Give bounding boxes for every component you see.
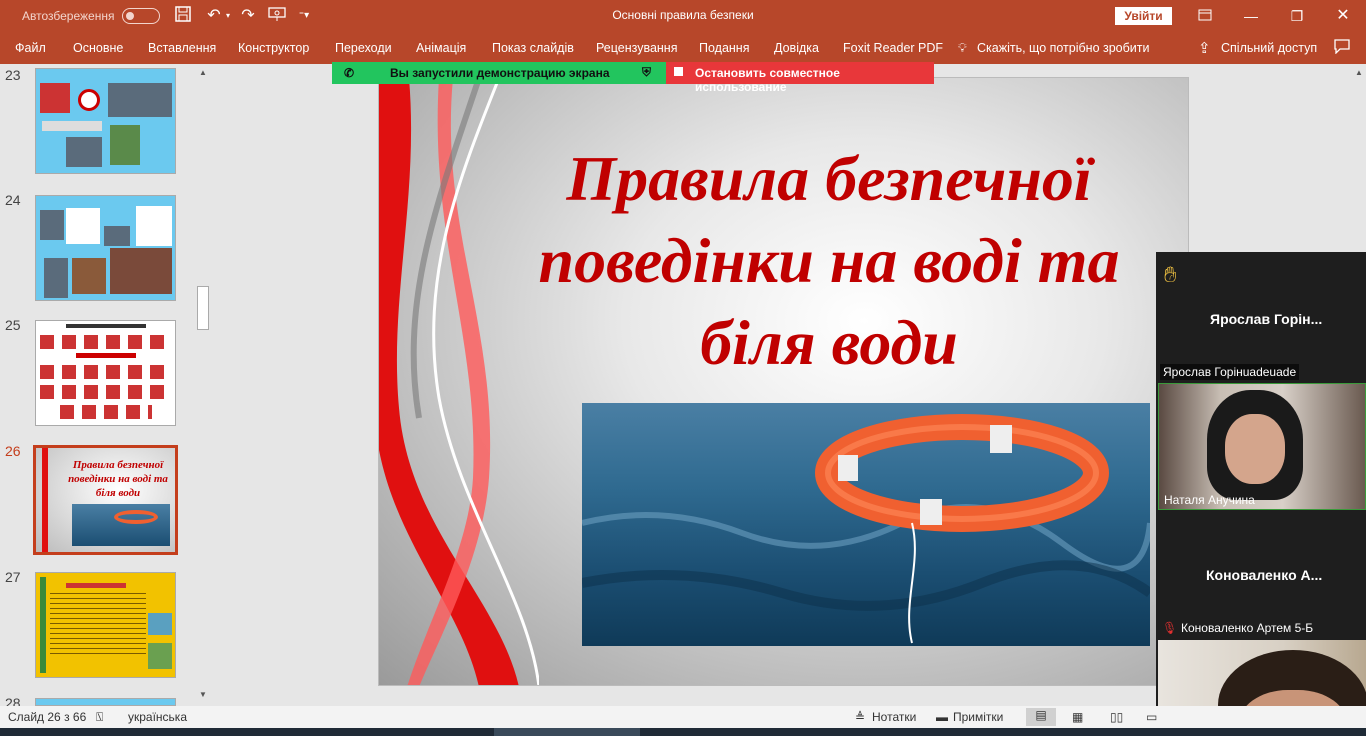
reading-view-icon[interactable]: ▯▯: [1110, 710, 1123, 724]
share-button[interactable]: Спільний доступ: [1221, 41, 1317, 55]
thumbnail-title: Правила безпечної поведінки на воді та б…: [68, 459, 168, 499]
slide-sorter-icon[interactable]: ▦: [1072, 710, 1083, 724]
slide-thumbnail-28[interactable]: [35, 698, 176, 706]
editor-scrollbar[interactable]: ▲: [1352, 66, 1366, 256]
video-panel: ✋︎ Ярослав Горін... Ярослав Горінuadeuad…: [1156, 252, 1366, 736]
stop-share-button[interactable]: Остановить совместное использование: [666, 62, 934, 94]
autosave-label: Автозбереження: [22, 9, 115, 23]
spellcheck-icon[interactable]: ⍂: [96, 710, 103, 725]
lightbulb-icon[interactable]: 💡︎: [958, 41, 967, 56]
thumbnail-panel: 23 24 25 26 Правила безпечної поведінки …: [0, 64, 214, 711]
scroll-up-icon[interactable]: ▲: [196, 68, 210, 80]
scroll-down-icon[interactable]: ▼: [196, 690, 210, 702]
minimize-icon[interactable]: —: [1236, 5, 1266, 27]
tab-view[interactable]: Подання: [699, 41, 749, 55]
comment-icon[interactable]: [1334, 39, 1350, 58]
video-tile-natalia[interactable]: Наталя Анучина: [1158, 383, 1366, 510]
thumbnail-scrollbar[interactable]: ▲ ▼: [196, 66, 210, 704]
tab-slideshow[interactable]: Показ слайдів: [492, 41, 574, 55]
slide-title-line-3: біля води: [700, 307, 958, 378]
lifebuoy-photo[interactable]: [582, 403, 1150, 646]
restore-icon[interactable]: ❐: [1282, 5, 1312, 27]
comments-icon: ▬: [936, 710, 948, 724]
screen-share-banner: ✆ Вы запустили демонстрацию экрана ⛨: [332, 62, 666, 84]
slide-number: 25: [5, 317, 21, 333]
slide-thumbnail-24[interactable]: [35, 195, 176, 301]
tab-file[interactable]: Файл: [15, 41, 46, 55]
tab-transitions[interactable]: Переходи: [335, 41, 392, 55]
tab-home[interactable]: Основне: [73, 41, 123, 55]
ribbon-tabs: Файл Основне Вставлення Конструктор Пере…: [0, 32, 1366, 64]
muted-mic-icon: 🎙︎: [1162, 621, 1178, 635]
status-bar: Слайд 26 з 66 ⍂ українська ≜ Нотатки ▬ П…: [0, 706, 1366, 728]
scroll-up-icon[interactable]: ▲: [1352, 68, 1366, 77]
participant-name-large: Ярослав Горін...: [1210, 311, 1323, 327]
undo-dropdown-icon[interactable]: ▾: [224, 6, 232, 26]
slide-number: 27: [5, 569, 21, 585]
slide-thumbnail-23[interactable]: [35, 68, 176, 174]
share-icon[interactable]: ⇪: [1198, 39, 1211, 57]
undo-icon[interactable]: ↶: [203, 6, 225, 26]
participant-label: Наталя Анучина: [1164, 493, 1255, 507]
slide-number: 24: [5, 192, 21, 208]
slide-counter: Слайд 26 з 66: [8, 710, 87, 724]
slide-title-line-2: поведінки на воді та: [538, 225, 1120, 296]
close-icon[interactable]: ✕: [1328, 5, 1358, 27]
title-bar: Автозбереження ↶ ▾ ↷ ⁼▾ Основні правила …: [0, 0, 1366, 32]
autosave-toggle[interactable]: [122, 8, 160, 24]
notes-icon: ≜: [855, 710, 866, 724]
tab-review[interactable]: Рецензування: [596, 41, 677, 55]
slide-title-line-1: Правила безпечної: [566, 143, 1092, 214]
comments-button[interactable]: Примітки: [953, 710, 1003, 724]
tab-animations[interactable]: Анімація: [416, 41, 466, 55]
signin-button[interactable]: Увійти: [1115, 7, 1172, 25]
share-status-text: Вы запустили демонстрацию экрана: [390, 66, 610, 80]
participant-label: Ярослав Горінuadeuade: [1160, 364, 1300, 380]
raised-hand-icon: ✋︎: [1164, 262, 1177, 287]
taskbar: [0, 728, 1366, 736]
stop-icon: [674, 67, 683, 76]
slide-number: 26: [5, 443, 21, 459]
save-icon[interactable]: [173, 6, 193, 26]
tab-design[interactable]: Конструктор: [238, 41, 309, 55]
stop-share-label: Остановить совместное использование: [695, 66, 840, 94]
slide-thumbnail-26[interactable]: Правила безпечної поведінки на воді та б…: [33, 445, 178, 555]
normal-view-icon[interactable]: ▤: [1026, 708, 1056, 726]
slideshow-view-icon[interactable]: ▭: [1146, 710, 1157, 724]
phone-icon: ✆: [344, 66, 355, 80]
present-icon[interactable]: [267, 6, 287, 26]
slide-title[interactable]: Правила безпечної поведінки на воді та б…: [499, 138, 1159, 384]
participant-name-large: Коноваленко А...: [1206, 567, 1323, 583]
redo-icon[interactable]: ↷: [238, 6, 258, 26]
language-indicator[interactable]: українська: [128, 710, 187, 724]
scrollbar-thumb[interactable]: [197, 286, 209, 330]
slide-thumbnail-25[interactable]: [35, 320, 176, 426]
current-slide[interactable]: Правила безпечної поведінки на воді та б…: [378, 77, 1189, 686]
slide-thumbnail-27[interactable]: [35, 572, 176, 678]
tab-foxit[interactable]: Foxit Reader PDF: [843, 41, 943, 55]
customize-icon[interactable]: ⁼▾: [296, 6, 312, 26]
tab-insert[interactable]: Вставлення: [148, 41, 216, 55]
slide-number: 23: [5, 67, 21, 83]
tell-me-search[interactable]: Скажіть, що потрібно зробити: [977, 41, 1150, 55]
ribbon-display-icon[interactable]: [1190, 5, 1220, 27]
notes-button[interactable]: Нотатки: [872, 710, 916, 724]
tab-help[interactable]: Довідка: [774, 41, 819, 55]
participant-label: Коноваленко Артем 5-Б: [1181, 621, 1314, 635]
shield-icon: ⛨: [642, 65, 652, 79]
